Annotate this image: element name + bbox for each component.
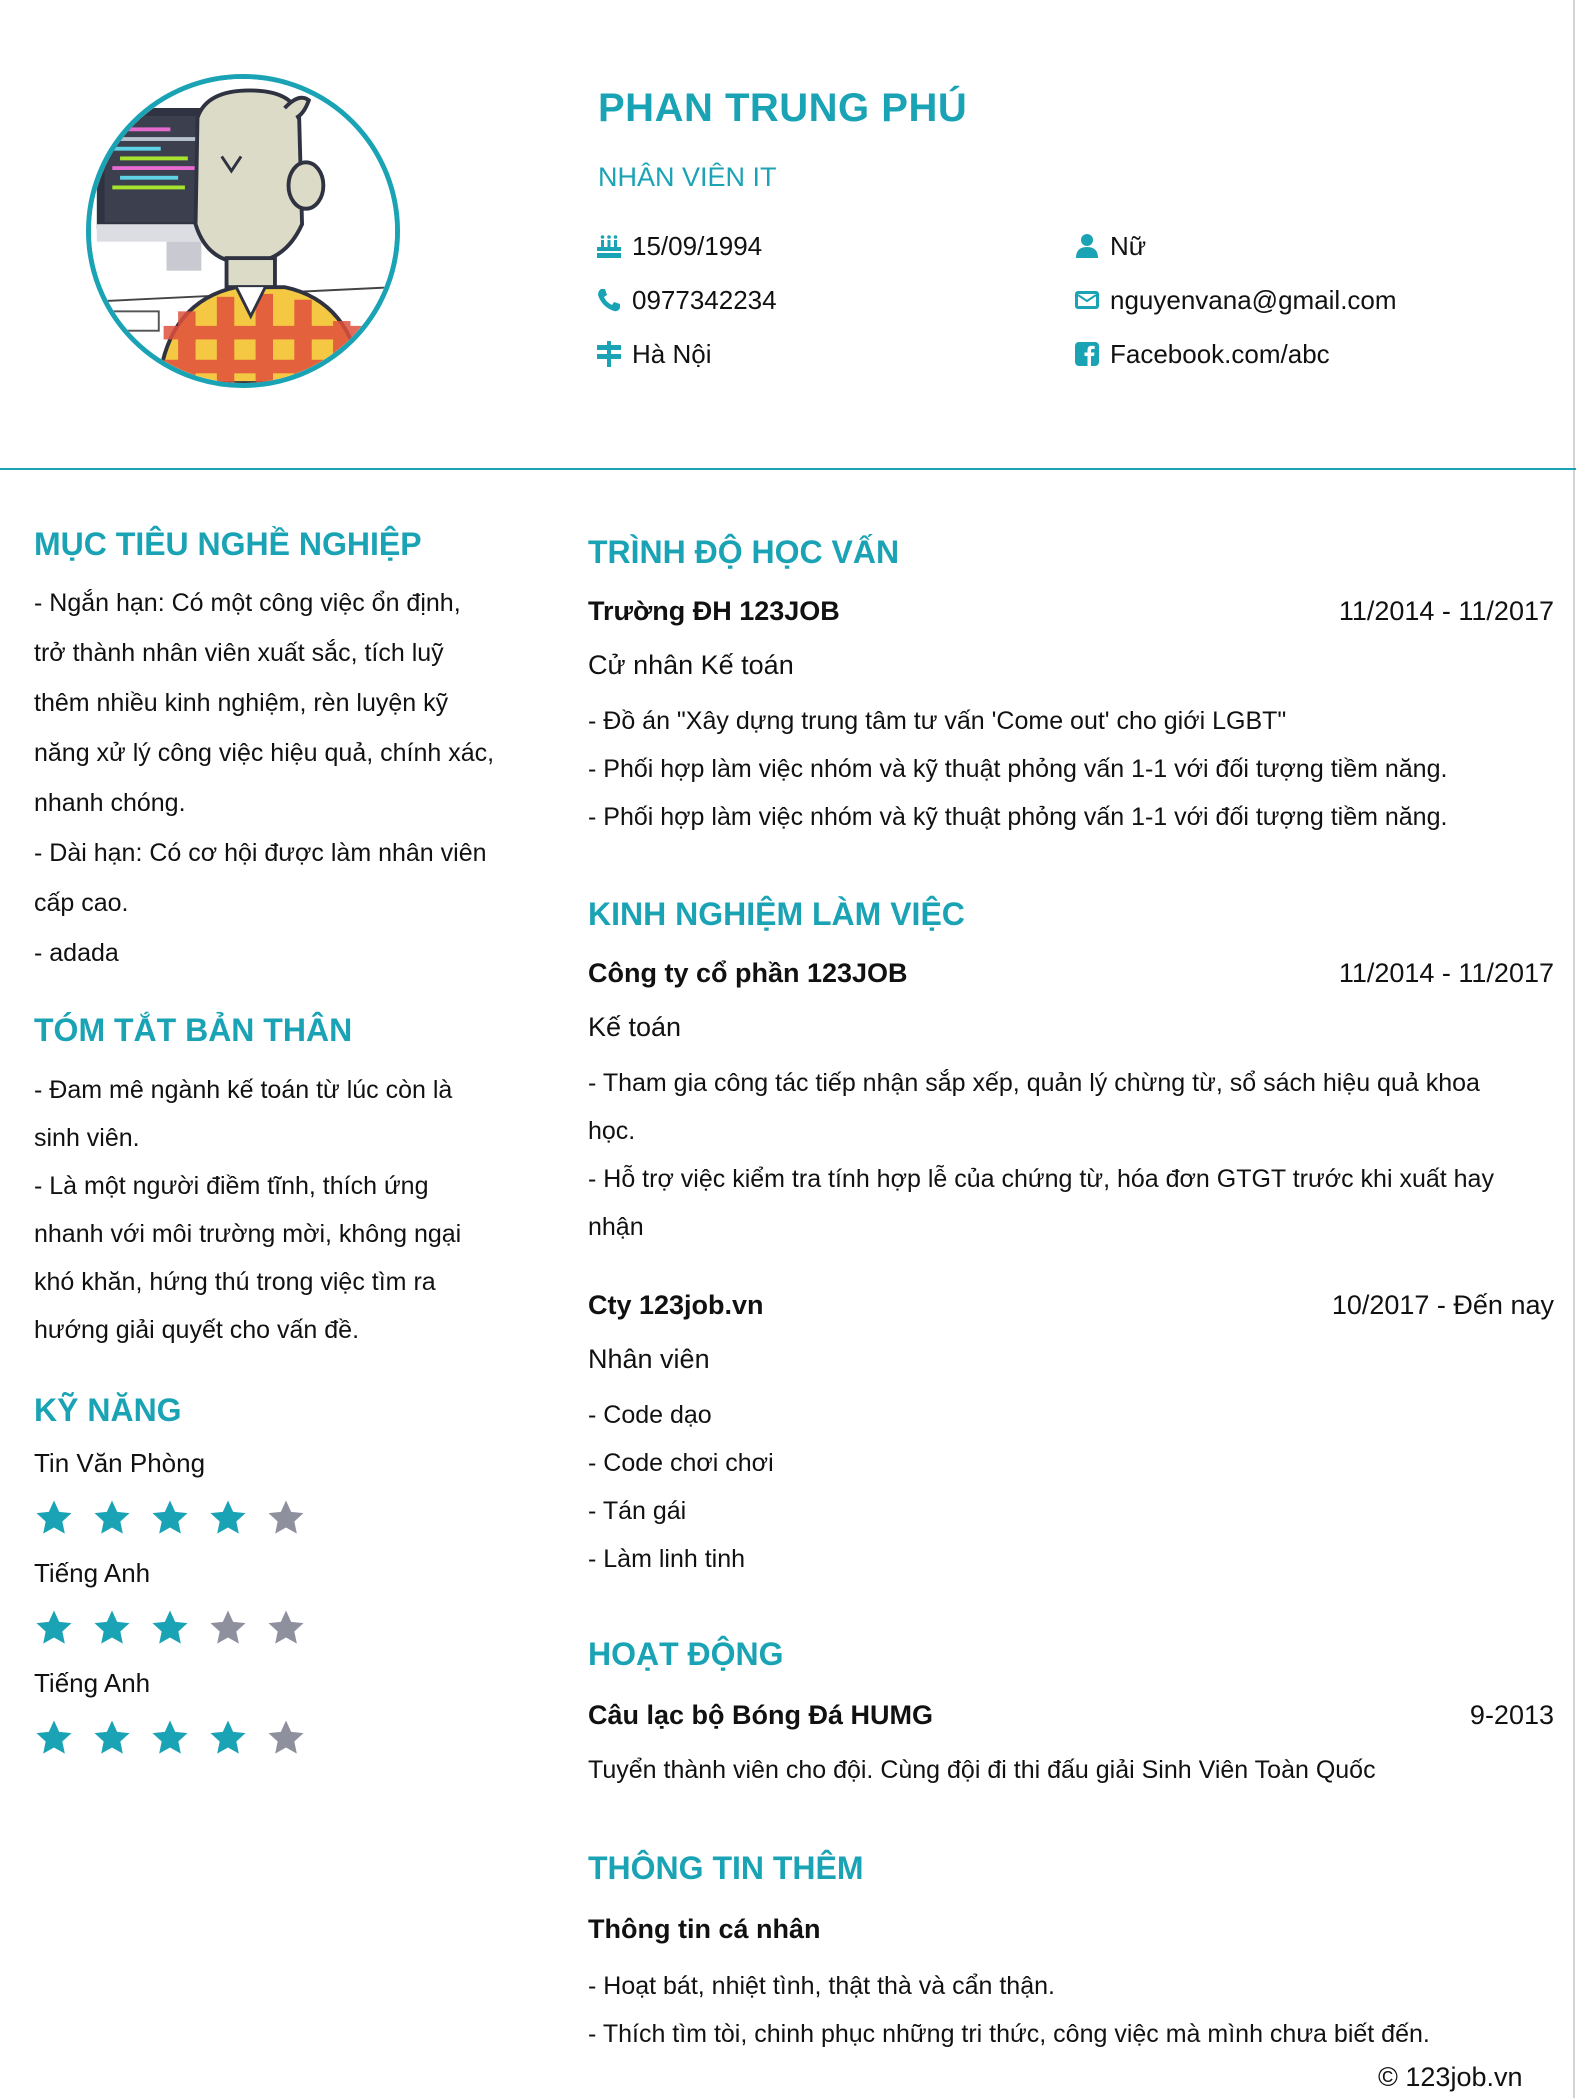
education-school: Trường ĐH 123JOB [588,596,840,626]
skill-rating [34,1608,306,1648]
job-role: Kế toán [588,1012,682,1042]
summary-text: - Đam mê ngành kế toán từ lúc còn là sin… [34,1066,461,1354]
job-line: nhận [588,1213,644,1241]
objective-line: thêm nhiều kinh nghiệm, rèn luyện kỹ [34,689,449,717]
activities-title: HOẠT ĐỘNG [588,1636,784,1672]
facebook-value[interactable]: Facebook.com/abc [1110,339,1330,370]
job-details: - Tham gia công tác tiếp nhận sắp xếp, q… [588,1059,1494,1251]
objective-line: năng xử lý công việc hiệu quả, chính xác… [34,739,495,767]
gender-value: Nữ [1110,230,1147,261]
email-value[interactable]: nguyenvana@gmail.com [1110,285,1397,316]
summary-line: hướng giải quyết cho vấn đề. [34,1316,360,1344]
job-details: - Code dạo - Code chơi chơi - Tán gái - … [588,1391,774,1583]
education-line: - Phối hợp làm việc nhóm và kỹ thuật phỏ… [588,803,1448,831]
extra-subtitle: Thông tin cá nhân [588,1914,821,1944]
education-details: - Đồ án "Xây dựng trung tâm tư vấn 'Come… [588,697,1447,841]
candidate-name: PHAN TRUNG PHÚ [598,86,968,130]
summary-line: khó khăn, hứng thú trong việc tìm ra [34,1268,436,1296]
star-filled-icon [152,1720,188,1754]
education-date: 11/2014 - 11/2017 [1338,596,1554,626]
avatar-illustration [91,79,395,383]
objective-title: MỤC TIÊU NGHỀ NGHIỆP [34,526,422,562]
user-icon [1076,234,1098,258]
skill-name: Tiếng Anh [34,1558,151,1588]
star-filled-icon [36,1500,72,1534]
skills-title: KỸ NĂNG [34,1392,182,1428]
job-role: Nhân viên [588,1344,710,1374]
education-degree: Cử nhân Kế toán [588,650,794,680]
star-empty-icon [268,1720,304,1754]
address-value: Hà Nội [632,338,712,369]
job-line: - Code dạo [588,1401,712,1429]
summary-title: TÓM TẮT BẢN THÂN [34,1012,353,1048]
birthday-cake-icon [597,235,621,258]
star-filled-icon [152,1610,188,1644]
star-empty-icon [210,1610,246,1644]
phone-icon [598,289,620,312]
birthday-value: 15/09/1994 [632,230,763,261]
activity-org: Câu lạc bộ Bóng Đá HUMG [588,1700,934,1730]
job-company: Công ty cổ phần 123JOB [588,958,908,988]
cv-header: PHAN TRUNG PHÚ NHÂN VIÊN IT 15/09/1994 N… [0,0,1576,470]
summary-line: - Là một người điềm tĩnh, thích ứng [34,1172,429,1200]
star-filled-icon [36,1720,72,1754]
star-filled-icon [210,1720,246,1754]
job-date: 10/2017 - Đến nay [1331,1290,1554,1320]
skill-rating [34,1718,306,1758]
job-line: - Tham gia công tác tiếp nhận sắp xếp, q… [588,1069,1480,1097]
phone-info: 0977342234 [594,282,777,318]
star-empty-icon [268,1500,304,1534]
education-line: - Phối hợp làm việc nhóm và kỹ thuật phỏ… [588,755,1448,783]
cv-page: PHAN TRUNG PHÚ NHÂN VIÊN IT 15/09/1994 N… [0,0,1576,2098]
experience-title: KINH NGHIỆM LÀM VIỆC [588,896,965,932]
address-info: Hà Nội [594,336,711,372]
star-filled-icon [94,1720,130,1754]
job-line: - Hỗ trợ việc kiểm tra tính hợp lễ của c… [588,1165,1494,1193]
facebook-info: Facebook.com/abc [1072,336,1330,372]
star-filled-icon [36,1610,72,1644]
objective-line: - adada [34,939,119,967]
skill-name: Tin Văn Phòng [34,1448,206,1478]
avatar [86,74,400,388]
skill-name: Tiếng Anh [34,1668,151,1698]
star-empty-icon [268,1610,304,1644]
extra-line: - Hoạt bát, nhiệt tình, thật thà và cẩn … [588,1972,1055,2000]
candidate-position: NHÂN VIÊN IT [598,162,777,192]
summary-line: sinh viên. [34,1124,140,1152]
education-line: - Đồ án "Xây dựng trung tâm tư vấn 'Come… [588,707,1287,735]
summary-line: - Đam mê ngành kế toán từ lúc còn là [34,1076,453,1104]
objective-line: nhanh chóng. [34,789,186,817]
objective-text: - Ngắn hạn: Có một công việc ổn định, tr… [34,578,494,978]
objective-line: - Dài hạn: Có cơ hội được làm nhân viên [34,839,487,867]
signpost-icon [597,341,621,367]
job-line: - Code chơi chơi [588,1449,774,1477]
extra-line: - Thích tìm tòi, chinh phục những tri th… [588,2020,1430,2048]
star-filled-icon [152,1500,188,1534]
star-filled-icon [210,1500,246,1534]
extra-title: THÔNG TIN THÊM [588,1850,864,1886]
star-filled-icon [94,1610,130,1644]
envelope-icon [1075,291,1099,309]
birthday-info: 15/09/1994 [594,228,762,264]
objective-line: trở thành nhân viên xuất sắc, tích luỹ [34,639,444,667]
footer-copyright[interactable]: © 123job.vn [1378,2062,1523,2093]
phone-value: 0977342234 [632,284,777,315]
job-line: - Tán gái [588,1497,687,1525]
summary-line: nhanh với môi trường mời, không ngại [34,1220,462,1248]
job-line: học. [588,1117,636,1145]
facebook-icon [1075,342,1099,366]
activity-desc: Tuyển thành viên cho đội. Cùng đội đi th… [588,1756,1376,1784]
star-filled-icon [94,1500,130,1534]
extra-details: - Hoạt bát, nhiệt tình, thật thà và cẩn … [588,1962,1430,2058]
email-info: nguyenvana@gmail.com [1072,282,1397,318]
objective-line: cấp cao. [34,889,129,917]
activity-date: 9-2013 [1469,1700,1554,1730]
skill-rating [34,1498,306,1538]
job-company: Cty 123job.vn [588,1290,764,1320]
job-date: 11/2014 - 11/2017 [1338,958,1554,988]
gender-info: Nữ [1072,228,1146,264]
job-line: - Làm linh tinh [588,1545,746,1573]
education-title: TRÌNH ĐỘ HỌC VẤN [588,534,900,570]
objective-line: - Ngắn hạn: Có một công việc ổn định, [34,589,461,617]
